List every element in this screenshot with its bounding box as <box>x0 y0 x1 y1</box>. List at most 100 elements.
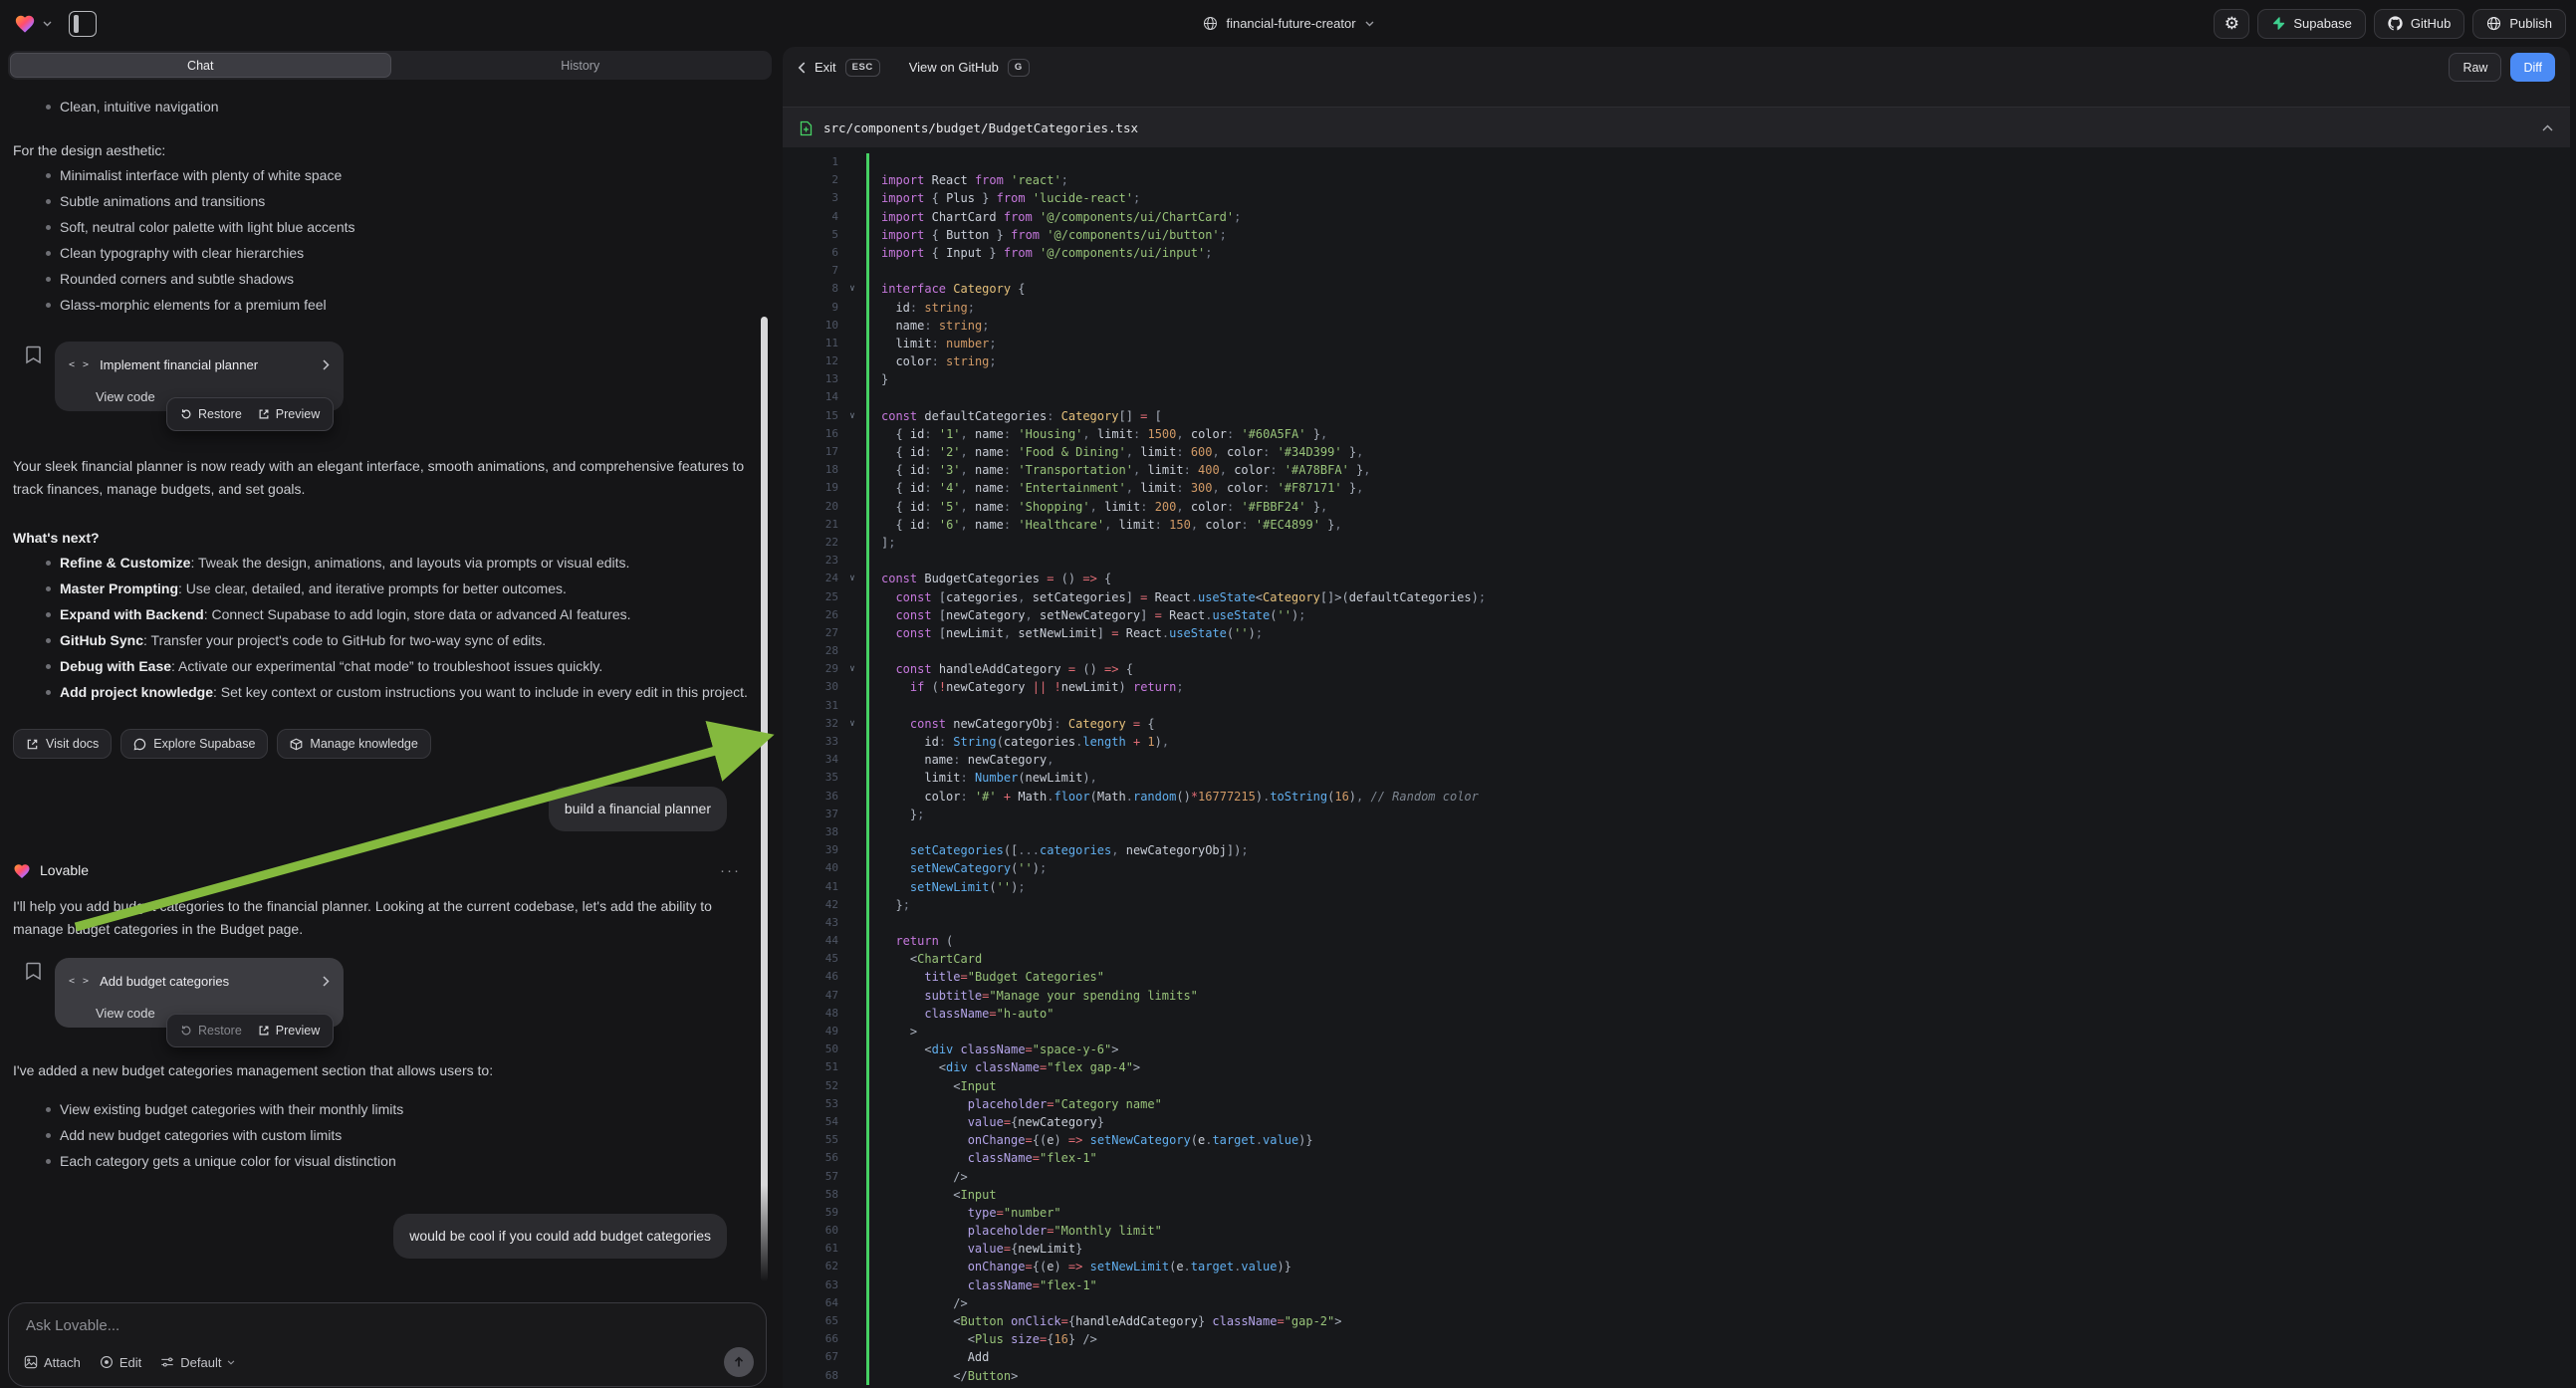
line-number: 36 <box>783 788 838 806</box>
code-text <box>866 388 2570 406</box>
code-line: 20 { id: '5', name: 'Shopping', limit: 2… <box>783 498 2570 516</box>
manage-knowledge-button[interactable]: Manage knowledge <box>277 729 430 759</box>
chat-bubble-icon <box>133 738 146 751</box>
edit-mode-button[interactable]: Edit <box>100 1355 141 1370</box>
restore-icon <box>180 1025 192 1037</box>
code-line: 26 const [newCategory, setNewCategory] =… <box>783 606 2570 624</box>
file-header[interactable]: src/components/budget/BudgetCategories.t… <box>783 107 2570 149</box>
fold-chevron-icon[interactable]: ∨ <box>838 715 866 733</box>
fold-chevron-icon[interactable]: ∨ <box>838 407 866 425</box>
code-line: 15∨const defaultCategories: Category[] =… <box>783 407 2570 425</box>
chat-input[interactable]: Ask Lovable... <box>26 1317 119 1334</box>
tab-chat[interactable]: Chat <box>10 53 391 78</box>
code-text: { id: '4', name: 'Entertainment', limit:… <box>866 479 2570 497</box>
list-item: Clean typography with clear hierarchies <box>13 240 757 266</box>
publish-button[interactable]: Publish <box>2472 9 2566 39</box>
line-number: 12 <box>783 352 838 370</box>
fold-gutter <box>838 299 866 317</box>
code-line: 52 <Input <box>783 1077 2570 1095</box>
restore-button[interactable]: Restore <box>180 1020 242 1042</box>
code-line: 40 setNewCategory(''); <box>783 859 2570 877</box>
code-editor[interactable]: 12import React from 'react';3import { Pl… <box>783 147 2570 1388</box>
settings-button[interactable]: ⚙ <box>2214 9 2249 39</box>
code-line: 59 type="number" <box>783 1204 2570 1222</box>
code-text: <div className="space-y-6"> <box>866 1041 2570 1058</box>
line-number: 57 <box>783 1168 838 1186</box>
fold-gutter <box>838 1204 866 1222</box>
tab-history[interactable]: History <box>391 53 771 78</box>
whats-next-heading: What's next? <box>13 527 757 550</box>
code-text: className="h-auto" <box>866 1005 2570 1023</box>
line-number: 11 <box>783 335 838 352</box>
app-window: financial-future-creator ⚙ Supabase GitH… <box>0 0 2576 1388</box>
lovable-heart-icon <box>13 862 31 880</box>
sidebar-toggle-icon[interactable] <box>69 11 97 37</box>
fold-chevron-icon[interactable]: ∨ <box>838 280 866 298</box>
code-panel: Exit ESC View on GitHub G Raw Diff src/c… <box>783 47 2570 1388</box>
external-link-icon <box>26 738 39 751</box>
fold-chevron-icon[interactable]: ∨ <box>838 660 866 678</box>
code-line: 49 > <box>783 1023 2570 1041</box>
raw-toggle-button[interactable]: Raw <box>2449 53 2501 82</box>
fold-chevron-icon[interactable]: ∨ <box>838 570 866 587</box>
arrow-up-icon <box>733 1356 745 1368</box>
project-switcher[interactable]: financial-future-creator <box>1202 0 1373 47</box>
quick-actions: Visit docs Explore Supabase Manage knowled… <box>13 729 757 759</box>
explore-supabase-button[interactable]: Explore Supabase <box>120 729 268 759</box>
top-bullet-list: Clean, intuitive navigation <box>13 94 757 119</box>
chevron-up-icon[interactable] <box>2542 124 2553 131</box>
line-number: 15 <box>783 407 838 425</box>
fold-gutter <box>838 461 866 479</box>
lovable-logo-heart-icon[interactable] <box>14 13 36 35</box>
chat-scroll-area[interactable]: Clean, intuitive navigation For the desi… <box>0 86 783 1288</box>
attach-button[interactable]: Attach <box>24 1355 81 1370</box>
chat-scrollbar-thumb[interactable] <box>761 317 768 1281</box>
diff-toggle-button[interactable]: Diff <box>2510 53 2555 82</box>
preview-button[interactable]: Preview <box>258 403 320 426</box>
bookmark-icon[interactable] <box>25 346 42 429</box>
fold-gutter <box>838 1348 866 1366</box>
code-line: 46 title="Budget Categories" <box>783 968 2570 986</box>
code-text: import { Button } from '@/components/ui/… <box>866 226 2570 244</box>
fold-gutter <box>838 1258 866 1275</box>
supabase-button[interactable]: Supabase <box>2257 9 2366 39</box>
model-selector[interactable]: Default <box>160 1355 235 1370</box>
line-number: 10 <box>783 317 838 335</box>
code-line: 44 return ( <box>783 932 2570 950</box>
attach-image-icon <box>24 1355 38 1369</box>
github-button[interactable]: GitHub <box>2374 9 2464 39</box>
fold-gutter <box>838 1113 866 1131</box>
code-line: 41 setNewLimit(''); <box>783 878 2570 896</box>
more-options-icon[interactable]: ··· <box>720 859 741 882</box>
visit-docs-button[interactable]: Visit docs <box>13 729 112 759</box>
restore-button[interactable]: Restore <box>180 403 242 426</box>
code-line: 21 { id: '6', name: 'Healthcare', limit:… <box>783 516 2570 534</box>
code-line: 35 limit: Number(newLimit), <box>783 769 2570 787</box>
chevron-down-icon <box>227 1360 235 1365</box>
supabase-icon <box>2271 16 2285 31</box>
fold-gutter <box>838 516 866 534</box>
preview-button[interactable]: Preview <box>258 1020 320 1042</box>
code-line: 2import React from 'react'; <box>783 171 2570 189</box>
line-number: 1 <box>783 153 838 171</box>
chevron-right-icon <box>323 359 330 370</box>
edit-card-title: Implement financial planner <box>100 353 258 376</box>
code-text: { id: '3', name: 'Transportation', limit… <box>866 461 2570 479</box>
view-on-github-link[interactable]: View on GitHub <box>909 60 999 75</box>
code-text: { id: '6', name: 'Healthcare', limit: 15… <box>866 516 2570 534</box>
code-text <box>866 914 2570 932</box>
file-path: src/components/budget/BudgetCategories.t… <box>823 120 1138 135</box>
exit-button[interactable]: Exit <box>815 60 836 75</box>
code-line: 42 }; <box>783 896 2570 914</box>
bookmark-icon[interactable] <box>25 962 42 1045</box>
fold-gutter <box>838 841 866 859</box>
list-item: View existing budget categories with the… <box>13 1096 757 1122</box>
chevron-left-icon[interactable] <box>798 62 806 74</box>
chat-composer[interactable]: Ask Lovable... Attach Edit Default <box>8 1302 767 1387</box>
chevron-down-icon[interactable] <box>43 21 52 27</box>
line-number: 67 <box>783 1348 838 1366</box>
send-button[interactable] <box>724 1347 754 1377</box>
line-number: 66 <box>783 1330 838 1348</box>
line-number: 63 <box>783 1276 838 1294</box>
code-line: 34 name: newCategory, <box>783 751 2570 769</box>
